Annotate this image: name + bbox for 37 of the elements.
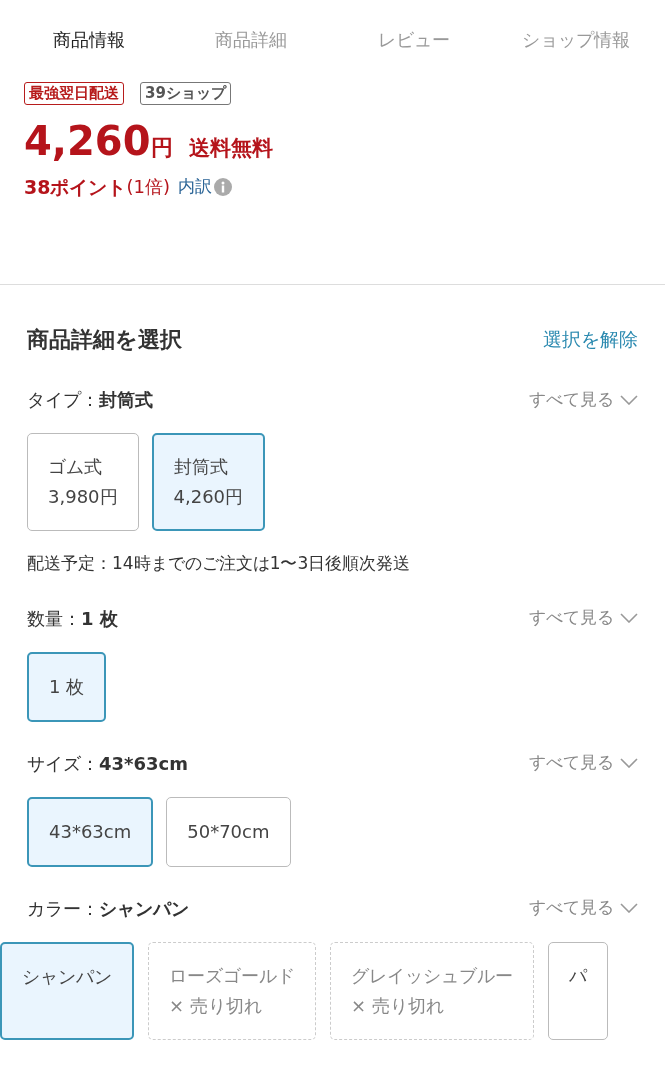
tab[interactable]: 商品情報 xyxy=(8,25,171,53)
tab[interactable]: ショップ情報 xyxy=(494,25,657,53)
chevron-down-icon xyxy=(620,758,638,768)
see-all-link[interactable]: すべて見る xyxy=(529,895,638,921)
see-all-link[interactable]: すべて見る xyxy=(529,605,638,631)
option-button[interactable]: 43*63cm xyxy=(27,796,154,867)
option-button[interactable]: 50*70cm xyxy=(166,796,291,867)
price-amount: 4,260 xyxy=(24,121,151,161)
clear-selection-link[interactable]: 選択を解除 xyxy=(543,325,638,354)
tag-label: 39ショップ xyxy=(140,82,231,105)
points-rate: (1倍) xyxy=(126,175,170,200)
option-button[interactable]: 封筒式 4,260円 xyxy=(151,433,266,531)
option-button[interactable]: ゴム式 3,980円 xyxy=(27,433,139,531)
option-label: 数量：1 枚 xyxy=(27,606,118,631)
option-label: カラー：シャンパン xyxy=(27,896,189,921)
chevron-down-icon xyxy=(620,903,638,913)
tab[interactable]: レビュー xyxy=(332,25,495,53)
free-shipping-label: 送料無料 xyxy=(188,135,273,162)
option-button[interactable]: パ xyxy=(548,941,608,1040)
option-label: サイズ：43*63cm xyxy=(27,751,188,776)
chevron-down-icon xyxy=(620,394,638,405)
info-icon[interactable] xyxy=(213,177,232,196)
option-button[interactable]: ローズゴールド × 売り切れ xyxy=(148,941,316,1040)
delivery-note: 配送予定：14時までのご注文は1〜3日後順次発送 xyxy=(27,552,412,575)
option-button[interactable]: グレイッシュブルー × 売り切れ xyxy=(330,941,534,1040)
see-all-link[interactable]: すべて見る xyxy=(529,386,638,413)
section-title: 商品詳細を選択 xyxy=(27,326,182,354)
price-unit: 円 xyxy=(150,134,173,162)
chevron-down-icon xyxy=(620,613,638,623)
tab[interactable]: 商品詳細 xyxy=(170,25,333,53)
option-label: タイプ：封筒式 xyxy=(27,388,153,412)
option-button[interactable]: シャンパン xyxy=(0,941,134,1040)
see-all-link[interactable]: すべて見る xyxy=(529,750,638,776)
points-text: 38ポイント xyxy=(24,174,127,200)
option-button[interactable]: 1 枚 xyxy=(27,651,107,722)
tag-label: 最強翌日配送 xyxy=(24,82,124,105)
breakdown-link[interactable]: 内訳 xyxy=(177,174,212,200)
